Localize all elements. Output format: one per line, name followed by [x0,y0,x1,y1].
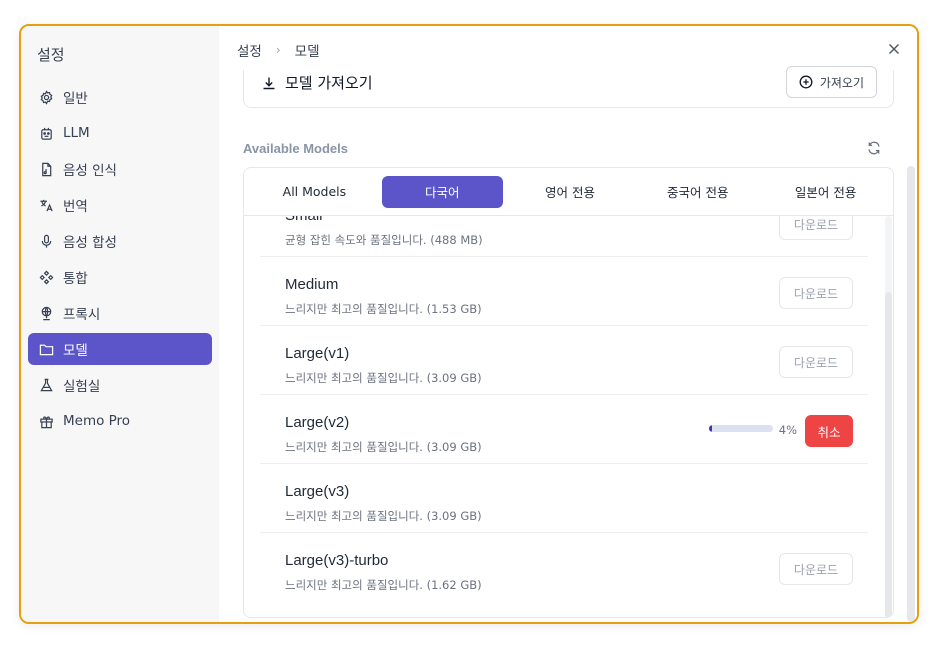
model-description: 느리지만 최고의 품질입니다. (1.62 GB) [285,578,482,592]
cancel-download-button[interactable]: 취소 [805,415,853,447]
import-models-title: 모델 가져오기 [262,72,373,93]
breadcrumb-item-settings[interactable]: 설정 [237,40,262,60]
microphone-icon [38,233,54,249]
model-list[interactable]: Small 균형 잡힌 속도와 품질입니다. (488 MB) 다운로드 Med… [260,216,868,617]
sidebar-item-speech-synthesis[interactable]: 음성 합성 [28,225,212,257]
sidebar-title: 설정 [37,46,65,64]
download-progress-bar [709,425,773,432]
tab-english-only[interactable]: 영어 전용 [510,176,631,208]
model-description: 느리지만 최고의 품질입니다. (3.09 GB) [285,509,482,523]
model-name: Large(v1) [285,345,350,362]
sidebar-item-integration[interactable]: 통합 [28,261,212,293]
sidebar-item-label: 통합 [63,271,88,287]
import-models-title-text: 모델 가져오기 [285,74,373,92]
sidebar-item-label: 프록시 [63,307,101,323]
download-button[interactable]: 다운로드 [779,346,853,378]
download-button[interactable]: 다운로드 [779,216,853,240]
model-description: 느리지만 최고의 품질입니다. (3.09 GB) [285,371,482,385]
integration-icon [38,269,54,285]
download-button[interactable]: 다운로드 [779,553,853,585]
model-description: 느리지만 최고의 품질입니다. (3.09 GB) [285,440,482,454]
sidebar-item-general[interactable]: 일반 [28,81,212,113]
model-language-tabs: All Models 다국어 영어 전용 중국어 전용 일본어 전용 [244,168,893,216]
sidebar-item-labs[interactable]: 실험실 [28,369,212,401]
import-models-card: 모델 가져오기 가져오기 [243,66,894,108]
sidebar-item-proxy[interactable]: 프록시 [28,297,212,329]
sidebar-item-label: 음성 합성 [63,235,117,251]
available-models-label: Available Models [243,141,348,156]
model-description: 균형 잡힌 속도와 품질입니다. (488 MB) [285,233,483,247]
experiment-icon [38,377,54,393]
tab-chinese-only[interactable]: 중국어 전용 [637,176,758,208]
download-progress-fill [709,425,712,432]
close-icon [889,44,899,54]
breadcrumb-separator: › [275,43,281,57]
settings-window: 설정 일반 LLM 음성 인식 번역 음성 합성 통합 프록시 모델 실험실 M… [19,24,919,624]
sidebar-item-llm[interactable]: LLM [28,117,212,149]
model-name: Medium [285,276,339,293]
gift-icon [38,413,54,429]
translate-icon [38,197,54,213]
sidebar-item-label: 일반 [63,91,88,107]
tab-multilingual[interactable]: 다국어 [381,175,503,208]
download-button[interactable]: 다운로드 [779,277,853,309]
model-row: Large(v3) 느리지만 최고의 품질입니다. (3.09 GB) [260,464,868,533]
gear-icon [38,89,54,105]
breadcrumb: 설정 › 모델 [237,40,320,60]
model-name: Large(v3) [285,483,350,500]
model-row: Small 균형 잡힌 속도와 품질입니다. (488 MB) 다운로드 [260,216,868,257]
model-name: Small [285,216,323,224]
model-row: Large(v1) 느리지만 최고의 품질입니다. (3.09 GB) 다운로드 [260,326,868,395]
sidebar-item-label: 음성 인식 [63,163,117,179]
model-row: Large(v2) 느리지만 최고의 품질입니다. (3.09 GB) 4% 취… [260,395,868,464]
sidebar-item-label: 모델 [63,343,88,359]
download-progress-percent: 4% [778,423,797,437]
main-panel: 설정 › 모델 모델 가져오기 가져오기 Available Models Al… [219,26,917,622]
sidebar-item-models[interactable]: 모델 [28,333,212,365]
sidebar-item-label: 실험실 [63,379,101,395]
model-name: Large(v2) [285,414,350,431]
close-button[interactable] [885,40,903,58]
models-panel: All Models 다국어 영어 전용 중국어 전용 일본어 전용 Small… [243,167,894,618]
model-name: Large(v3)-turbo [285,552,389,569]
refresh-icon[interactable] [866,140,882,156]
download-icon [263,77,275,89]
audio-file-icon [38,161,54,177]
sidebar-item-label: LLM [63,125,90,141]
breadcrumb-item-models: 모델 [294,44,320,60]
sidebar-item-memo-pro[interactable]: Memo Pro [28,405,212,437]
import-button[interactable]: 가져오기 [785,66,877,98]
main-scrollbar-thumb[interactable] [907,166,915,622]
sidebar-item-speech-recognition[interactable]: 음성 인식 [28,153,212,185]
tab-japanese-only[interactable]: 일본어 전용 [765,176,886,208]
folder-icon [38,341,54,357]
globe-icon [38,305,54,321]
sidebar-item-label: Memo Pro [63,413,131,429]
model-description: 느리지만 최고의 품질입니다. (1.53 GB) [285,302,482,316]
model-row: Medium 느리지만 최고의 품질입니다. (1.53 GB) 다운로드 [260,257,868,326]
model-list-scrollbar-thumb[interactable] [885,292,892,617]
sidebar-item-translation[interactable]: 번역 [28,189,212,221]
plus-circle-icon [799,75,813,89]
sidebar-nav: 일반 LLM 음성 인식 번역 음성 합성 통합 프록시 모델 실험실 Memo… [28,81,212,441]
tab-all-models[interactable]: All Models [254,176,375,208]
model-row: Large(v3)-turbo 느리지만 최고의 품질입니다. (1.62 GB… [260,533,868,602]
sidebar-item-label: 번역 [63,199,88,215]
robot-icon [38,125,54,141]
sidebar: 설정 일반 LLM 음성 인식 번역 음성 합성 통합 프록시 모델 실험실 M… [21,26,219,622]
import-button-label: 가져오기 [819,75,864,90]
